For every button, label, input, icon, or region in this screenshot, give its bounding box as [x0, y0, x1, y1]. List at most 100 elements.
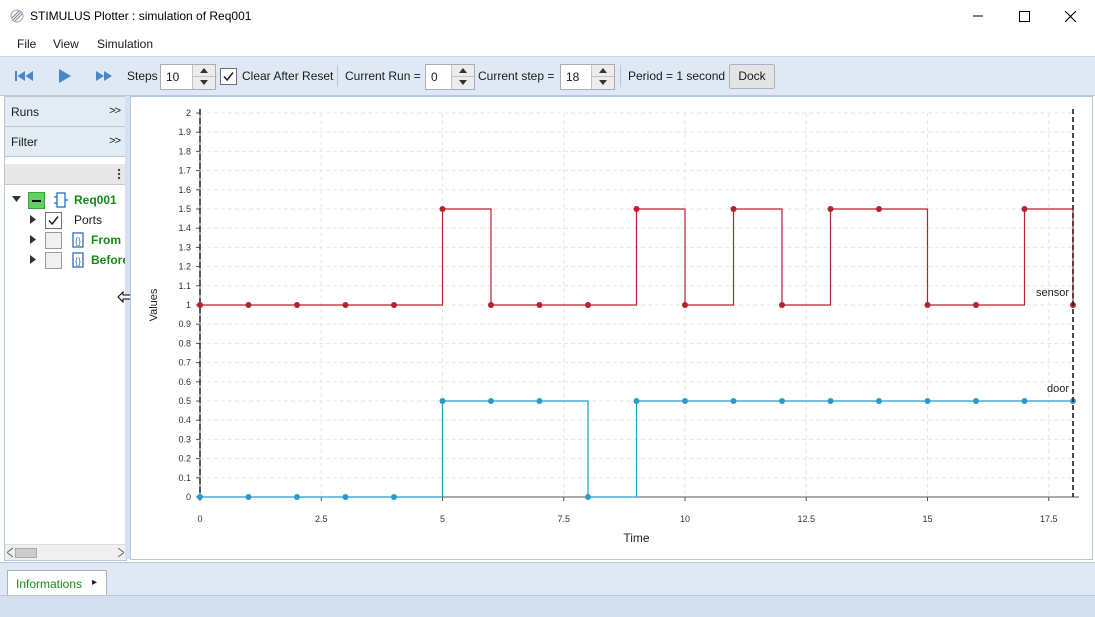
partial-checkbox[interactable]	[28, 192, 45, 209]
steps-up-button[interactable]	[193, 65, 215, 77]
data-point-sensor	[730, 206, 737, 212]
current-run-stepper[interactable]: 0	[425, 64, 475, 90]
more-options-icon[interactable]	[115, 166, 123, 182]
tree-item-label: Before	[91, 253, 126, 267]
y-tick-label: 0.2	[178, 454, 191, 464]
tree-item-req001[interactable]: Req001	[5, 190, 126, 210]
collapsed-arrow-icon[interactable]	[30, 255, 37, 264]
bottom-area: Informations ▸	[0, 562, 1095, 617]
data-point-sensor	[245, 302, 252, 308]
component-icon	[54, 192, 68, 208]
data-point-sensor	[536, 302, 543, 308]
y-tick-label: 0.8	[178, 338, 191, 348]
plot-area[interactable]: 0 0.1 0.2 0.3 0.4 0.5 0.6 0.7 0.8 0.9 1 1.1 1.2 1.3 1.…	[130, 96, 1093, 560]
tree-item-label: Ports	[74, 213, 103, 227]
y-tick-label: 0.7	[178, 358, 191, 368]
x-tick-label: 5	[440, 514, 445, 524]
x-tick-label: 2.5	[315, 514, 328, 524]
clear-after-reset-checkbox[interactable]	[220, 68, 237, 85]
menu-file[interactable]: File	[17, 37, 36, 51]
y-tick-label: 0.4	[178, 415, 191, 425]
y-tick-label: 1.2	[178, 262, 191, 272]
period-label: Period = 1 second	[628, 69, 726, 83]
tab-arrow-icon[interactable]: ▸	[92, 577, 97, 588]
current-step-stepper[interactable]: 18	[560, 64, 615, 90]
current-step-down-button[interactable]	[592, 77, 614, 88]
menu-view[interactable]: View	[53, 37, 79, 51]
menu-simulation[interactable]: Simulation	[97, 37, 153, 51]
from-checkbox[interactable]	[45, 232, 62, 249]
maximize-button[interactable]	[1001, 0, 1047, 32]
ports-checkbox[interactable]	[45, 212, 62, 229]
play-icon[interactable]	[56, 67, 74, 85]
data-point-sensor	[924, 302, 931, 308]
svg-text:{}: {}	[75, 256, 81, 266]
data-point-sensor	[391, 302, 397, 308]
filter-label: Filter	[11, 135, 38, 149]
toolbar: Steps 10 Clear After Reset Current Run =…	[0, 56, 1095, 96]
before-checkbox[interactable]	[45, 252, 62, 269]
steps-stepper[interactable]: 10	[160, 64, 216, 90]
horizontal-scrollbar[interactable]	[5, 544, 126, 560]
collapsed-arrow-icon[interactable]	[30, 215, 37, 224]
tree-item-ports[interactable]: Ports	[5, 210, 126, 230]
y-tick-label: 0.3	[178, 434, 191, 444]
current-step-label: Current step =	[478, 69, 555, 83]
close-icon	[1064, 10, 1076, 22]
minimize-button[interactable]	[955, 0, 1001, 32]
title-bar: STIMULUS Plotter : simulation of Req001	[0, 0, 1095, 33]
steps-value[interactable]: 10	[166, 70, 179, 84]
data-point-door	[585, 494, 591, 500]
series-line-door	[200, 400, 1073, 498]
scroll-right-icon[interactable]	[118, 548, 124, 557]
dock-button[interactable]: Dock	[729, 64, 775, 89]
data-point-sensor	[585, 302, 591, 308]
scroll-left-icon[interactable]	[7, 548, 13, 557]
tree-item-from[interactable]: {} From	[5, 230, 126, 250]
data-point-sensor	[779, 302, 785, 308]
data-point-door	[779, 398, 785, 404]
fast-forward-icon[interactable]	[94, 67, 116, 85]
series-line-sensor	[200, 208, 1074, 306]
tree-item-before[interactable]: {} Before	[5, 250, 126, 270]
current-step-up-button[interactable]	[592, 65, 614, 77]
skip-to-start-icon[interactable]	[14, 67, 36, 85]
data-point-door	[633, 398, 640, 404]
current-step-value[interactable]: 18	[566, 70, 579, 84]
svg-text:{}: {}	[75, 236, 81, 246]
y-tick-label: 1.8	[178, 146, 191, 156]
informations-tab[interactable]: Informations ▸	[7, 570, 107, 595]
data-point-sensor	[197, 302, 203, 308]
current-step-stepper-arrows	[591, 65, 614, 89]
requirement-icon: {}	[72, 252, 84, 268]
close-button[interactable]	[1047, 0, 1093, 32]
current-run-down-button[interactable]	[452, 77, 474, 88]
x-tick-label: 12.5	[797, 514, 815, 524]
data-point-door	[536, 398, 543, 404]
window-title: STIMULUS Plotter : simulation of Req001	[30, 9, 252, 23]
runs-header[interactable]: Runs >>	[5, 97, 126, 127]
data-point-door	[439, 398, 446, 404]
filter-header[interactable]: Filter >>	[5, 127, 126, 157]
current-run-value[interactable]: 0	[431, 70, 438, 84]
expand-chevron-icon[interactable]: >>	[109, 135, 121, 147]
scrollbar-thumb[interactable]	[15, 548, 37, 558]
current-run-up-button[interactable]	[452, 65, 474, 77]
expanded-arrow-icon[interactable]	[12, 196, 21, 203]
y-tick-label: 2	[186, 108, 191, 118]
y-tick-label: 1.3	[178, 242, 191, 252]
data-point-sensor	[682, 302, 688, 308]
expand-chevron-icon[interactable]: >>	[109, 105, 121, 117]
steps-down-button[interactable]	[193, 77, 215, 88]
data-point-door	[876, 398, 882, 404]
data-point-door	[924, 398, 931, 404]
data-point-door	[1021, 398, 1028, 404]
data-point-door	[488, 398, 494, 404]
y-tick-label: 0.1	[178, 473, 191, 483]
toolbar-separator	[620, 65, 621, 87]
chart-svg[interactable]: 0 0.1 0.2 0.3 0.4 0.5 0.6 0.7 0.8 0.9 1 1.1 1.2 1.3 1.…	[131, 97, 1092, 559]
filter-input[interactable]	[5, 164, 126, 185]
data-point-door	[342, 494, 349, 500]
app-logo-icon	[10, 9, 24, 23]
collapsed-arrow-icon[interactable]	[30, 235, 37, 244]
